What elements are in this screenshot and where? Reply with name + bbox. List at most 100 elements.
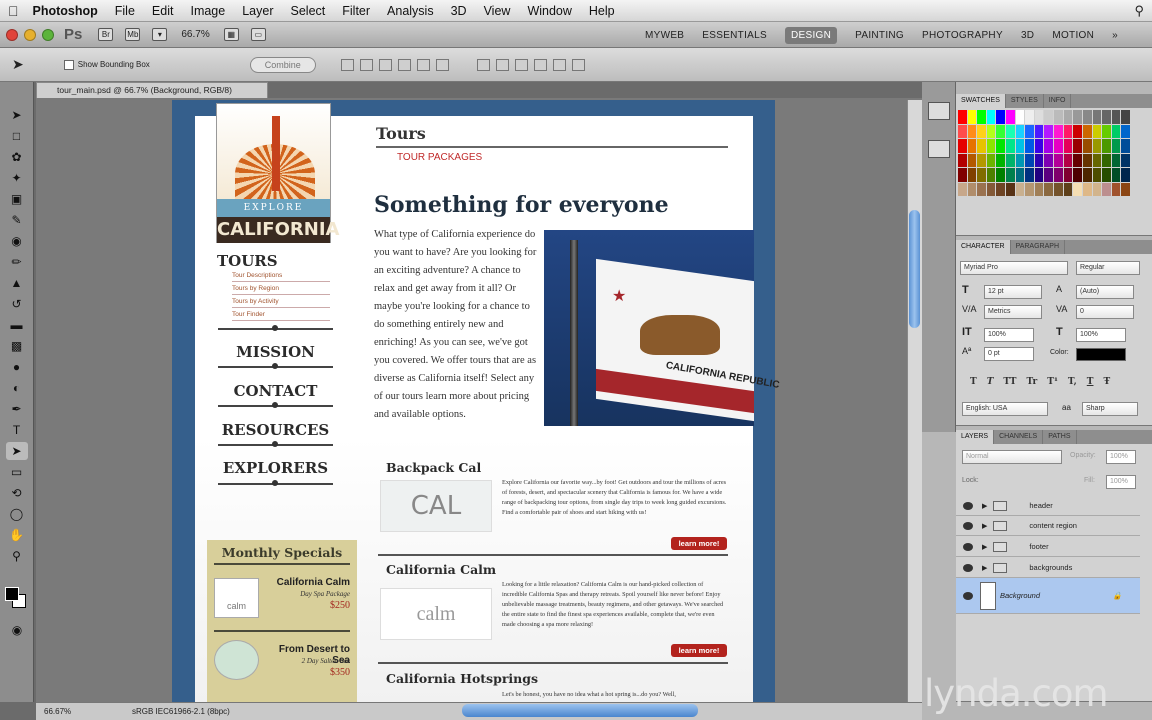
3d-rotate-tool-icon[interactable]: ⟲ bbox=[6, 484, 28, 502]
faux-bold-button[interactable]: T bbox=[970, 377, 977, 387]
menu-filter[interactable]: Filter bbox=[342, 4, 370, 18]
color-swatch[interactable] bbox=[1073, 124, 1082, 138]
color-swatch[interactable] bbox=[1092, 110, 1102, 124]
color-swatch[interactable] bbox=[967, 139, 977, 153]
workspace-3d[interactable]: 3D bbox=[1021, 30, 1034, 41]
color-swatch[interactable] bbox=[1054, 182, 1063, 196]
color-swatch[interactable] bbox=[1015, 110, 1025, 124]
color-swatch[interactable] bbox=[1025, 110, 1034, 124]
layer-row[interactable]: ▶ content region bbox=[956, 516, 1140, 536]
align-bottom-icon[interactable] bbox=[378, 58, 392, 71]
color-swatch[interactable] bbox=[996, 168, 1006, 182]
color-swatch[interactable] bbox=[1102, 153, 1111, 167]
visibility-eye-icon[interactable] bbox=[963, 502, 973, 510]
brush-tool-icon[interactable]: ✏ bbox=[6, 253, 28, 271]
workspace-painting[interactable]: PAINTING bbox=[855, 30, 904, 41]
color-swatch[interactable] bbox=[1025, 124, 1034, 138]
layer-row[interactable]: ▶ footer bbox=[956, 537, 1140, 557]
color-swatch[interactable] bbox=[1044, 182, 1054, 196]
font-style-select[interactable]: Regular bbox=[1076, 261, 1140, 275]
distribute-hcenter-icon[interactable] bbox=[552, 58, 566, 71]
workspace-motion[interactable]: MOTION bbox=[1052, 30, 1094, 41]
learn-more-button[interactable]: learn more! bbox=[671, 537, 727, 550]
color-swatch[interactable] bbox=[1063, 168, 1073, 182]
color-swatch[interactable] bbox=[986, 139, 996, 153]
color-swatch[interactable] bbox=[996, 139, 1006, 153]
vertical-scrollbar[interactable] bbox=[907, 100, 922, 702]
quick-selection-tool-icon[interactable]: ✦ bbox=[6, 169, 28, 187]
tab-info[interactable]: INFO bbox=[1044, 94, 1072, 108]
color-swatch[interactable] bbox=[1025, 139, 1034, 153]
color-swatch[interactable] bbox=[996, 153, 1006, 167]
fill-field[interactable]: 100% bbox=[1106, 475, 1136, 489]
eyedropper-tool-icon[interactable]: ✎ bbox=[6, 211, 28, 229]
color-swatch[interactable] bbox=[1054, 153, 1063, 167]
status-zoom[interactable]: 66.67% bbox=[44, 703, 71, 720]
screen-mode-icon[interactable]: ▭ bbox=[250, 28, 266, 41]
move-tool-icon[interactable]: ➤ bbox=[12, 56, 24, 73]
color-swatch[interactable] bbox=[1111, 153, 1121, 167]
color-swatch[interactable] bbox=[1063, 153, 1073, 167]
apple-icon[interactable]:  bbox=[8, 3, 19, 19]
color-swatch[interactable] bbox=[1092, 139, 1102, 153]
faux-italic-button[interactable]: T bbox=[987, 377, 994, 387]
visibility-eye-icon[interactable] bbox=[963, 543, 973, 551]
distribute-right-icon[interactable] bbox=[571, 58, 585, 71]
baseline-shift-field[interactable]: 0 pt bbox=[984, 347, 1034, 361]
color-swatch[interactable] bbox=[977, 139, 986, 153]
color-swatch[interactable] bbox=[1102, 168, 1111, 182]
crop-tool-icon[interactable]: ▣ bbox=[6, 190, 28, 208]
hand-tool-icon[interactable]: ✋ bbox=[6, 526, 28, 544]
color-swatch[interactable] bbox=[1034, 182, 1044, 196]
actions-panel-icon[interactable] bbox=[927, 140, 950, 158]
document-tab[interactable]: tour_main.psd @ 66.7% (Background, RGB/8… bbox=[36, 82, 268, 98]
color-swatch[interactable] bbox=[1015, 182, 1025, 196]
tab-layers[interactable]: LAYERS bbox=[956, 430, 995, 444]
color-swatch[interactable] bbox=[967, 153, 977, 167]
color-swatch[interactable] bbox=[996, 124, 1006, 138]
color-swatch[interactable] bbox=[1082, 139, 1092, 153]
color-swatch[interactable] bbox=[1025, 182, 1034, 196]
subscript-button[interactable]: T, bbox=[1068, 377, 1077, 387]
blur-tool-icon[interactable]: ● bbox=[6, 358, 28, 376]
menu-view[interactable]: View bbox=[484, 4, 511, 18]
lasso-tool-icon[interactable]: ✿ bbox=[6, 148, 28, 166]
color-swatch[interactable] bbox=[986, 124, 996, 138]
distribute-left-icon[interactable] bbox=[533, 58, 547, 71]
color-swatch[interactable] bbox=[977, 110, 986, 124]
clone-stamp-tool-icon[interactable]: ▲ bbox=[6, 274, 28, 292]
leading-field[interactable]: (Auto) bbox=[1076, 285, 1134, 299]
all-caps-button[interactable]: TT bbox=[1003, 377, 1016, 387]
color-swatch[interactable] bbox=[967, 124, 977, 138]
color-swatch[interactable] bbox=[1092, 168, 1102, 182]
color-swatch[interactable] bbox=[1006, 168, 1015, 182]
3d-orbit-tool-icon[interactable]: ◯ bbox=[6, 505, 28, 523]
combine-button[interactable]: Combine bbox=[249, 56, 316, 73]
color-swatch[interactable] bbox=[1054, 139, 1063, 153]
color-swatch[interactable] bbox=[1092, 124, 1102, 138]
history-panel-icon[interactable] bbox=[927, 102, 950, 120]
color-swatch[interactable] bbox=[1025, 153, 1034, 167]
color-swatch[interactable] bbox=[1082, 124, 1092, 138]
pen-tool-icon[interactable]: ✒ bbox=[6, 400, 28, 418]
color-swatch[interactable] bbox=[1006, 153, 1015, 167]
opacity-field[interactable]: 100% bbox=[1106, 450, 1136, 464]
color-swatch[interactable] bbox=[1073, 153, 1082, 167]
color-swatch[interactable] bbox=[1006, 124, 1015, 138]
text-color-swatch[interactable] bbox=[1076, 348, 1126, 361]
color-swatch[interactable] bbox=[958, 182, 967, 196]
color-swatch[interactable] bbox=[1082, 110, 1092, 124]
color-swatch[interactable] bbox=[967, 168, 977, 182]
menu-help[interactable]: Help bbox=[589, 4, 615, 18]
zoom-level-select[interactable]: 66.7% bbox=[181, 29, 209, 40]
tab-character[interactable]: CHARACTER bbox=[956, 240, 1011, 254]
workspace-design[interactable]: DESIGN bbox=[784, 26, 838, 44]
color-swatch[interactable] bbox=[1044, 153, 1054, 167]
color-swatch[interactable] bbox=[1121, 110, 1130, 124]
color-swatch[interactable] bbox=[1015, 124, 1025, 138]
color-swatch[interactable] bbox=[958, 153, 967, 167]
color-swatch[interactable] bbox=[958, 124, 967, 138]
healing-brush-tool-icon[interactable]: ◉ bbox=[6, 232, 28, 250]
color-swatch[interactable] bbox=[977, 168, 986, 182]
learn-more-button[interactable]: learn more! bbox=[671, 644, 727, 657]
